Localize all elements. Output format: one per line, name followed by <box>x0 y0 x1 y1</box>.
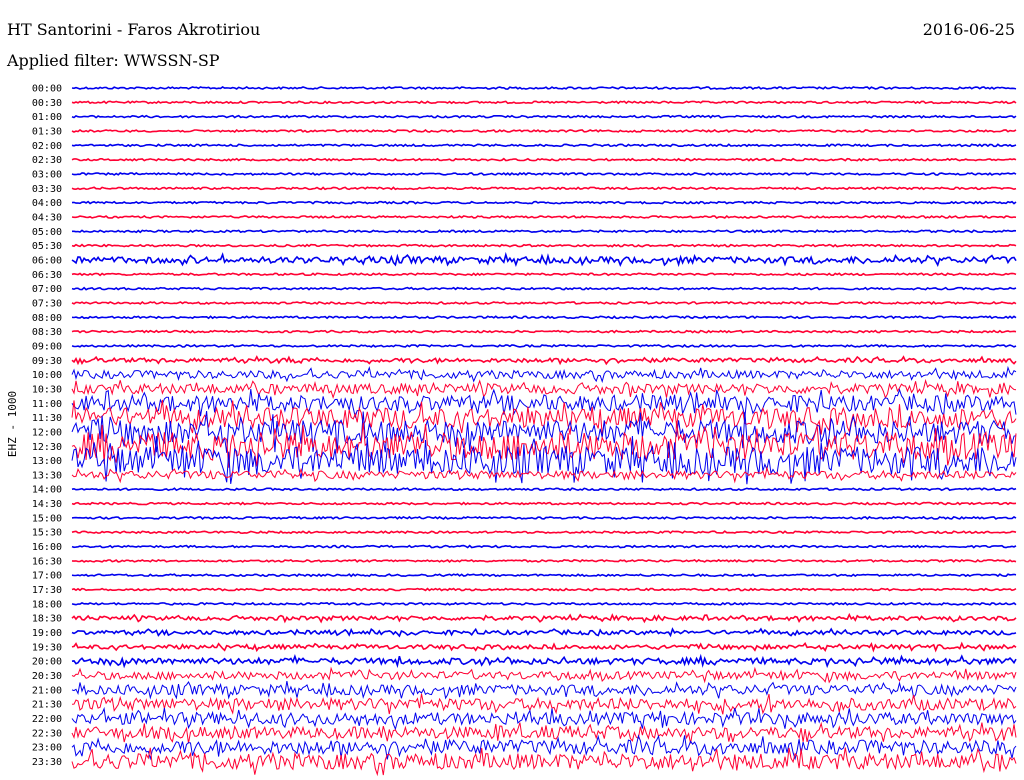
tick-label: 06:30 <box>32 270 62 281</box>
seismic-trace <box>72 229 1017 234</box>
tick-label: 12:00 <box>32 427 62 438</box>
trace-group <box>71 86 1017 777</box>
seismic-trace <box>71 329 1017 334</box>
tick-label: 22:00 <box>32 714 62 725</box>
seismic-trace <box>71 388 1017 419</box>
tick-label: 02:00 <box>32 141 62 152</box>
seismic-trace <box>71 501 1017 506</box>
y-axis-label: EHZ - 1000 <box>6 391 19 457</box>
seismic-trace <box>71 86 1017 90</box>
tick-label: 01:00 <box>32 112 62 123</box>
seismic-trace <box>71 200 1017 205</box>
seismic-trace <box>71 487 1017 492</box>
tick-label: 19:30 <box>32 642 62 653</box>
tick-label: 16:00 <box>32 542 62 553</box>
helicorder-plot: 00:00 00:30 01:00 01:30 02:00 02:30 03:00 03:30… <box>6 84 1017 777</box>
seismic-trace <box>71 157 1017 162</box>
tick-label: 12:30 <box>32 442 62 453</box>
tick-label: 07:30 <box>32 298 62 309</box>
tick-label: 02:30 <box>32 155 62 166</box>
seismic-trace <box>71 171 1017 176</box>
seismic-trace <box>71 573 1017 578</box>
seismic-trace <box>71 128 1017 134</box>
seismic-trace <box>71 544 1017 549</box>
seismic-trace <box>71 186 1017 191</box>
tick-label: 11:30 <box>32 413 62 424</box>
seismic-trace <box>71 243 1017 248</box>
tick-label: 00:30 <box>32 98 62 109</box>
seismic-trace <box>71 100 1017 105</box>
seismic-trace <box>71 641 1017 653</box>
tick-label: 22:30 <box>32 728 62 739</box>
tick-label: 03:30 <box>32 184 62 195</box>
tick-label: 18:00 <box>32 599 62 610</box>
seismic-trace <box>71 143 1017 148</box>
tick-label: 19:00 <box>32 628 62 639</box>
seismic-trace <box>71 343 1017 348</box>
seismic-trace <box>71 515 1017 520</box>
seismic-trace <box>71 612 1017 624</box>
seismic-trace <box>71 587 1017 592</box>
seismic-trace <box>71 558 1017 563</box>
tick-label: 15:30 <box>32 528 62 539</box>
seismic-trace <box>71 706 1017 731</box>
tick-label: 13:00 <box>32 456 62 467</box>
seismic-trace <box>71 747 1017 777</box>
tick-label: 20:30 <box>32 671 62 682</box>
tick-label: 06:00 <box>32 255 62 266</box>
tick-label: 01:30 <box>32 126 62 137</box>
seismic-trace <box>71 286 1017 291</box>
tick-label: 10:00 <box>32 370 62 381</box>
seismic-trace <box>71 272 1017 277</box>
tick-label: 21:00 <box>32 685 62 696</box>
seismic-trace <box>71 666 1017 684</box>
tick-label: 07:00 <box>32 284 62 295</box>
tick-label: 04:30 <box>32 212 62 223</box>
seismic-trace <box>71 681 1017 700</box>
seismic-trace <box>71 734 1017 761</box>
tick-label: 09:00 <box>32 341 62 352</box>
tick-label: 09:30 <box>32 356 62 367</box>
tick-label: 03:00 <box>32 169 62 180</box>
seismic-trace <box>71 466 1017 484</box>
tick-label: 10:30 <box>32 384 62 395</box>
tick-label: 18:30 <box>32 614 62 625</box>
tick-label: 13:30 <box>32 470 62 481</box>
seismic-trace <box>71 693 1017 715</box>
seismic-trace <box>71 355 1017 366</box>
seismic-trace <box>71 300 1017 305</box>
seismic-trace <box>71 214 1017 219</box>
seismic-trace <box>71 365 1017 384</box>
seismic-trace <box>71 653 1017 669</box>
tick-label: 00:00 <box>32 84 62 95</box>
seismic-trace <box>71 251 1017 268</box>
tick-label: 08:00 <box>32 313 62 324</box>
tick-label: 05:30 <box>32 241 62 252</box>
tick-label: 17:00 <box>32 571 62 582</box>
tick-label: 14:00 <box>32 485 62 496</box>
tick-label: 23:30 <box>32 757 62 768</box>
tick-label: 20:00 <box>32 657 62 668</box>
tick-label: 11:00 <box>32 399 62 410</box>
tick-label: 16:30 <box>32 556 62 567</box>
seismic-trace <box>71 601 1017 606</box>
tick-label: 21:30 <box>32 700 62 711</box>
seismic-trace <box>71 114 1017 119</box>
tick-label: 15:00 <box>32 513 62 524</box>
tick-label: 05:00 <box>32 227 62 238</box>
tick-label: 08:30 <box>32 327 62 338</box>
seismic-trace <box>71 315 1017 320</box>
tick-label: 17:30 <box>32 585 62 596</box>
tick-label: 23:00 <box>32 743 62 754</box>
seismic-trace <box>71 627 1017 638</box>
tick-label: 14:30 <box>32 499 62 510</box>
tick-label-group: 00:00 00:30 01:00 01:30 02:00 02:30 03:00 03:30… <box>32 84 62 769</box>
tick-label: 04:00 <box>32 198 62 209</box>
seismic-trace <box>71 530 1017 535</box>
